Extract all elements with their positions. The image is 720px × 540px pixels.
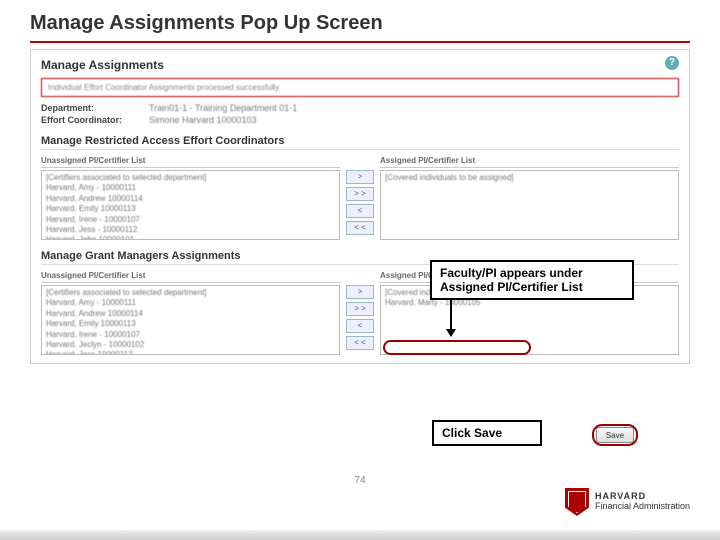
coordinator-value: Simone Harvard 10000103: [149, 115, 257, 125]
restricted-dual-list: Unassigned PI/Certifier List [Certifiers…: [41, 156, 679, 240]
department-label: Department:: [41, 103, 131, 113]
callout-faculty: Faculty/PI appears under Assigned PI/Cer…: [430, 260, 634, 300]
popup-title: Manage Assignments: [41, 56, 679, 78]
list-item[interactable]: [Covered individuals to be assigned]: [385, 173, 674, 183]
department-row: Department: Train01-1 - Training Departm…: [41, 103, 679, 113]
list-item[interactable]: Harvard, Irene - 10000107: [46, 215, 335, 225]
department-value: Train01-1 - Training Department 01-1: [149, 103, 297, 113]
restricted-heading: Manage Restricted Access Effort Coordina…: [41, 135, 679, 150]
footer-bar: [0, 530, 720, 540]
page-number: 74: [0, 475, 720, 486]
shield-icon: [565, 488, 589, 516]
unassigned-label: Unassigned PI/Certifier List: [41, 271, 340, 283]
move-left-all-button[interactable]: < <: [346, 336, 374, 350]
brand-text: HARVARD Financial Administration: [595, 492, 690, 512]
list-item[interactable]: Harvard, Jess 10000112: [46, 350, 335, 355]
footer-logo: HARVARD Financial Administration: [565, 488, 690, 516]
highlight-save-button: [592, 424, 638, 446]
callout-save: Click Save: [432, 420, 542, 446]
list-item[interactable]: Harvard, Andrew 10000114: [46, 309, 335, 319]
restricted-unassigned-list[interactable]: [Certifiers associated to selected depar…: [41, 170, 340, 240]
list-item[interactable]: Harvard, Andrew 10000114: [46, 194, 335, 204]
brand-dept: Financial Administration: [595, 502, 690, 512]
arrow-icon: [450, 297, 452, 331]
popup-window: ? Manage Assignments Individual Effort C…: [30, 49, 690, 364]
move-buttons: > > > < < <: [346, 271, 374, 350]
move-right-button[interactable]: >: [346, 285, 374, 299]
list-item[interactable]: Harvard, Amy - 10000111: [46, 183, 335, 193]
list-item[interactable]: Harvard, Emily 10000113: [46, 319, 335, 329]
title-underline: [30, 41, 690, 43]
highlight-assigned-row: [383, 340, 531, 355]
coordinator-label: Effort Coordinator:: [41, 115, 131, 125]
move-right-all-button[interactable]: > >: [346, 302, 374, 316]
list-item[interactable]: Harvard, John 10000101: [46, 235, 335, 240]
list-item[interactable]: Harvard, Jess - 10000112: [46, 225, 335, 235]
status-message: Individual Effort Coordinator Assignment…: [41, 78, 679, 97]
move-right-all-button[interactable]: > >: [346, 187, 374, 201]
slide-title: Manage Assignments Pop Up Screen: [0, 0, 720, 41]
help-icon[interactable]: ?: [665, 56, 679, 70]
grant-unassigned-list[interactable]: [Certifiers associated to selected depar…: [41, 285, 340, 355]
move-right-button[interactable]: >: [346, 170, 374, 184]
list-item[interactable]: [Certifiers associated to selected depar…: [46, 288, 335, 298]
assigned-label: Assigned PI/Certifier List: [380, 156, 679, 168]
unassigned-label: Unassigned PI/Certifier List: [41, 156, 340, 168]
move-left-button[interactable]: <: [346, 319, 374, 333]
list-item[interactable]: Harvard, Amy - 10000111: [46, 298, 335, 308]
move-left-button[interactable]: <: [346, 204, 374, 218]
list-item[interactable]: Harvard, Jeclyn - 10000102: [46, 340, 335, 350]
list-item[interactable]: Harvard, Irene - 10000107: [46, 330, 335, 340]
restricted-assigned-list[interactable]: [Covered individuals to be assigned]: [380, 170, 679, 240]
coordinator-row: Effort Coordinator: Simone Harvard 10000…: [41, 115, 679, 125]
list-item[interactable]: [Certifiers associated to selected depar…: [46, 173, 335, 183]
list-item[interactable]: Harvard, Emily 10000113: [46, 204, 335, 214]
move-left-all-button[interactable]: < <: [346, 221, 374, 235]
move-buttons: > > > < < <: [346, 156, 374, 235]
